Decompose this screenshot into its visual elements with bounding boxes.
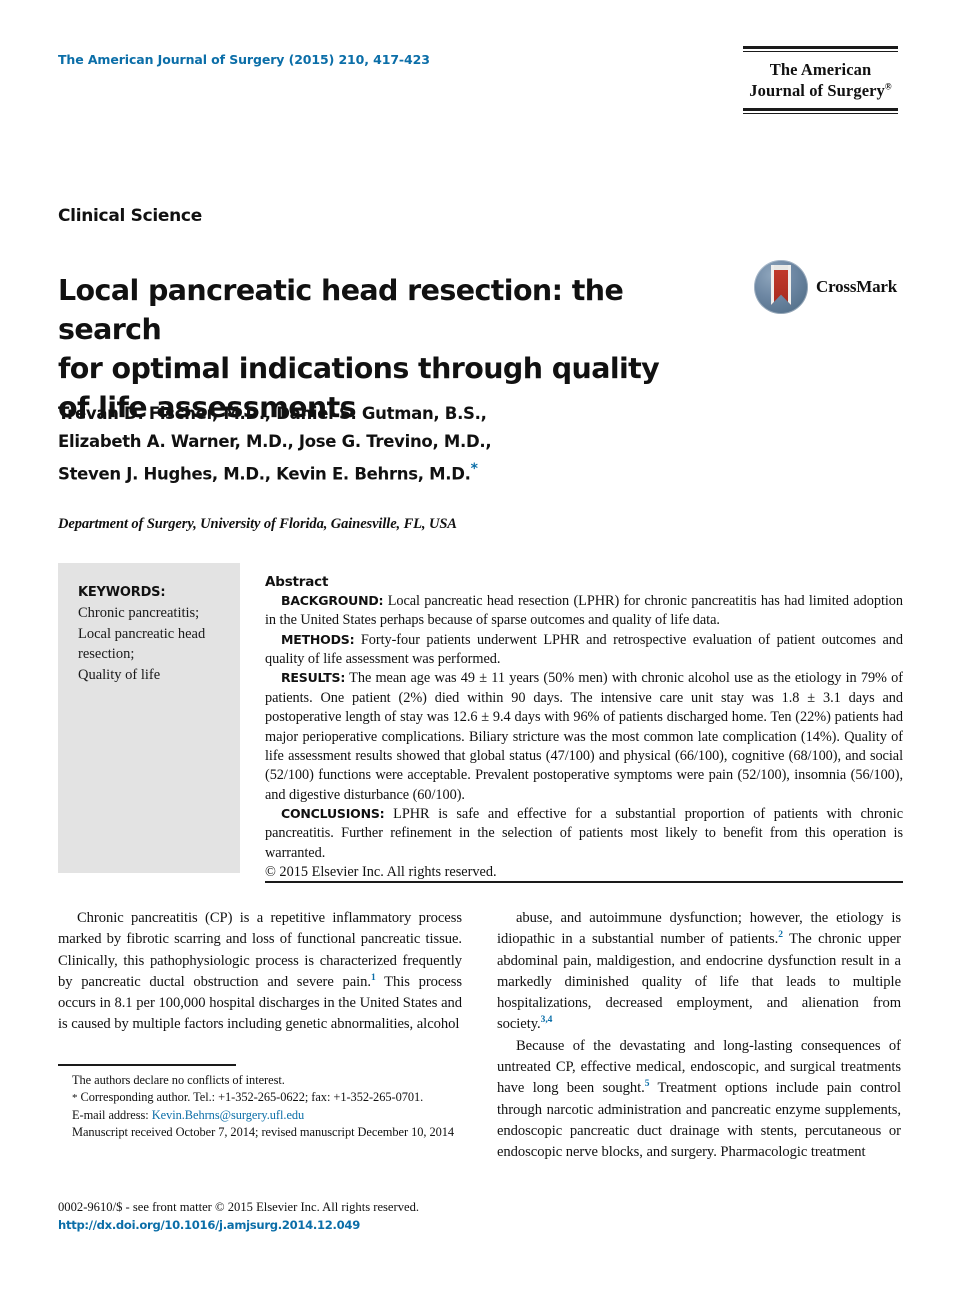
abstract-methods-text: Forty-four patients underwent LPHR and r…	[265, 631, 903, 668]
abstract-methods-label: METHODS:	[281, 631, 355, 647]
keywords-list: Chronic pancreatitis; Local pancreatic h…	[78, 603, 222, 685]
journal-logo-text: The American Journal of Surgery®	[743, 52, 898, 108]
body-column-right: abuse, and autoimmune dysfunction; howev…	[497, 908, 901, 1164]
crossmark-badge[interactable]: CrossMark	[754, 258, 904, 316]
doi-link[interactable]: http://dx.doi.org/10.1016/j.amjsurg.2014…	[58, 1217, 578, 1234]
section-kicker: Clinical Science	[58, 206, 202, 226]
keywords-heading: KEYWORDS:	[78, 585, 166, 600]
authors-line-1: Trevan D. Fischer, M.D., Daniel S. Gutma…	[58, 404, 487, 423]
keyword-item: Quality of life	[78, 666, 161, 683]
author-list: Trevan D. Fischer, M.D., Daniel S. Gutma…	[58, 400, 758, 489]
journal-logo-line-1: The American	[769, 60, 872, 79]
affiliation: Department of Surgery, University of Flo…	[58, 516, 457, 532]
citation-ref[interactable]: 3,4	[541, 1016, 553, 1026]
footnotes: The authors declare no conflicts of inte…	[58, 1072, 462, 1141]
body-paragraph: abuse, and autoimmune dysfunction; howev…	[497, 908, 901, 1036]
footnote-divider	[58, 1064, 236, 1066]
journal-logo-line-2: Journal of Surgery®	[743, 80, 898, 101]
keywords-box: KEYWORDS: Chronic pancreatitis; Local pa…	[58, 563, 240, 873]
registered-mark-icon: ®	[884, 81, 892, 92]
body-column-left: Chronic pancreatitis (CP) is a repetitiv…	[58, 908, 462, 1036]
abstract-background-label: BACKGROUND:	[281, 593, 384, 608]
title-line-1: Local pancreatic head resection: the sea…	[58, 274, 624, 347]
abstract: Abstract BACKGROUND: Local pancreatic he…	[265, 574, 903, 882]
issn-line: 0002-9610/$ - see front matter © 2015 El…	[58, 1200, 420, 1214]
footnote-conflicts: The authors declare no conflicts of inte…	[72, 1073, 285, 1087]
journal-reference: The American Journal of Surgery (2015) 2…	[58, 52, 430, 67]
journal-logo-line-2-text: Journal of Surgery	[749, 81, 885, 101]
abstract-conclusions: CONCLUSIONS: LPHR is safe and effective …	[265, 805, 903, 863]
masthead: The American Journal of Surgery (2015) 2…	[58, 46, 898, 168]
authors-line-3: Steven J. Hughes, M.D., Kevin E. Behrns,…	[58, 464, 471, 484]
footnote-email: E-mail address: Kevin.Behrns@surgery.ufl…	[58, 1107, 462, 1124]
body-paragraph: Because of the devastating and long-last…	[497, 1036, 901, 1164]
journal-logo: The American Journal of Surgery®	[743, 46, 898, 115]
body-paragraph: Chronic pancreatitis (CP) is a repetitiv…	[58, 908, 462, 1036]
authors-line-2: Elizabeth A. Warner, M.D., Jose G. Trevi…	[58, 432, 492, 452]
keyword-item: Local pancreatic head	[78, 625, 206, 642]
email-label: E-mail address:	[72, 1107, 152, 1122]
abstract-divider	[265, 881, 903, 883]
footnote-corresponding-text: Corresponding author. Tel.: +1-352-265-0…	[77, 1090, 424, 1105]
abstract-copyright: © 2015 Elsevier Inc. All rights reserved…	[265, 864, 497, 881]
abstract-background: BACKGROUND: Local pancreatic head resect…	[265, 592, 903, 631]
abstract-results: RESULTS: The mean age was 49 ± 11 years …	[265, 669, 903, 805]
article-page: The American Journal of Surgery (2015) 2…	[0, 0, 960, 1290]
abstract-conclusions-label: CONCLUSIONS:	[281, 805, 385, 821]
title-line-2: for optimal indications through quality	[58, 352, 660, 386]
crossmark-icon	[754, 260, 808, 314]
abstract-heading: Abstract	[265, 574, 329, 590]
abstract-methods: METHODS: Forty-four patients underwent L…	[265, 631, 903, 670]
email-link[interactable]: Kevin.Behrns@surgery.ufl.edu	[152, 1108, 305, 1122]
bottom-matter: 0002-9610/$ - see front matter © 2015 El…	[58, 1198, 578, 1234]
footnote-manuscript: Manuscript received October 7, 2014; rev…	[72, 1124, 455, 1139]
footnote-corresponding: * Corresponding author. Tel.: +1-352-265…	[58, 1089, 462, 1106]
corresponding-author-marker[interactable]: *	[471, 461, 478, 477]
keyword-item: Chronic pancreatitis;	[78, 605, 200, 621]
crossmark-label: CrossMark	[816, 277, 897, 296]
keyword-item: resection;	[78, 646, 135, 663]
abstract-results-text: The mean age was 49 ± 11 years (50% men)…	[265, 670, 903, 803]
abstract-results-label: RESULTS:	[281, 670, 346, 686]
logo-rule-bottom	[743, 108, 898, 115]
